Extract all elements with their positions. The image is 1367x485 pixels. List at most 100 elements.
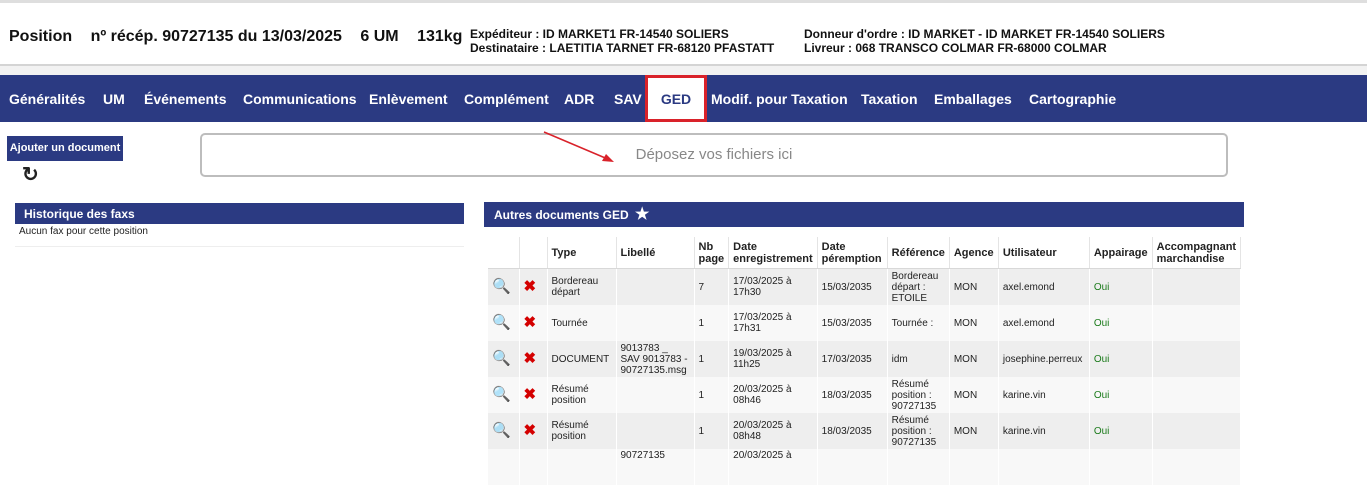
cell-type: DOCUMENT	[547, 341, 617, 377]
cell-accompagnant	[1152, 268, 1242, 305]
cell-accompagnant	[1152, 341, 1242, 377]
cell-type: Tournée	[547, 305, 617, 341]
cell-libelle	[616, 305, 695, 341]
cell-libelle	[616, 413, 695, 449]
tab-modif-taxation[interactable]: Modif. pour Taxation	[711, 75, 848, 122]
col-accompagnant[interactable]: Accompagnant marchandise	[1152, 237, 1242, 269]
view-document-icon[interactable]: 🔍	[488, 413, 520, 449]
cell-date-peremption: 18/03/2035	[817, 413, 888, 449]
cell-reference	[887, 449, 950, 485]
tab-cartographie[interactable]: Cartographie	[1029, 75, 1116, 122]
destinataire: Destinataire : LAETITIA TARNET FR-68120 …	[470, 41, 775, 55]
tab-bar: Généralités UM Événements Communications…	[0, 75, 1367, 122]
col-date-enregistrement[interactable]: Date enregistrement	[728, 237, 818, 269]
cell-agence: MON	[949, 341, 999, 377]
cell-type: Résumé position	[547, 413, 617, 449]
tab-ged[interactable]: GED	[645, 75, 707, 122]
annotation-arrow-icon	[543, 131, 614, 162]
cell-appairage: Oui	[1089, 305, 1153, 341]
col-nb-page[interactable]: Nb page	[694, 237, 730, 269]
table-row: 🔍 ✖ Résumé position 1 20/03/2025 à 08h48…	[488, 413, 1242, 449]
tab-adr[interactable]: ADR	[564, 75, 594, 122]
tab-um[interactable]: UM	[103, 75, 125, 122]
table-row: 🔍 ✖ Tournée 1 17/03/2025 à 17h31 15/03/2…	[488, 305, 1242, 341]
view-document-icon[interactable]: 🔍	[488, 341, 520, 377]
col-appairage[interactable]: Appairage	[1089, 237, 1153, 269]
cell-utilisateur: axel.emond	[998, 305, 1090, 341]
tab-communications[interactable]: Communications	[243, 75, 357, 122]
cell-date-peremption: 17/03/2035	[817, 341, 888, 377]
position-header: Position nº récép. 90727135 du 13/03/202…	[0, 0, 1367, 66]
view-document-icon[interactable]: 🔍	[488, 305, 520, 341]
delete-document-icon[interactable]: ✖	[519, 413, 548, 449]
view-document-icon[interactable]: 🔍	[488, 377, 520, 413]
donneur-ordre: Donneur d'ordre : ID MARKET - ID MARKET …	[804, 27, 1165, 41]
cell-libelle	[616, 268, 695, 305]
cell-accompagnant	[1152, 377, 1242, 413]
table-row: 90727135 20/03/2025 à	[488, 449, 1242, 485]
cell-agence: MON	[949, 305, 999, 341]
cell-utilisateur	[998, 449, 1090, 485]
view-document-icon[interactable]: 🔍	[488, 268, 520, 305]
cell-appairage: Oui	[1089, 413, 1153, 449]
tab-evenements[interactable]: Événements	[144, 75, 226, 122]
table-header-row: Type Libellé Nb page Date enregistrement…	[488, 237, 1242, 269]
col-utilisateur[interactable]: Utilisateur	[998, 237, 1090, 269]
refresh-icon[interactable]: ↻	[22, 162, 39, 187]
um-count: 6 UM	[360, 28, 399, 45]
star-icon[interactable]: ★	[635, 206, 649, 223]
tab-taxation[interactable]: Taxation	[861, 75, 918, 122]
cell-accompagnant	[1152, 305, 1242, 341]
cell-reference: idm	[887, 341, 950, 377]
col-type[interactable]: Type	[547, 237, 617, 269]
cell-nb-page: 7	[694, 268, 730, 305]
col-date-peremption[interactable]: Date péremption	[817, 237, 888, 269]
fax-history-header: Historique des faxs	[15, 203, 464, 226]
delete-document-icon[interactable]: ✖	[519, 305, 548, 341]
col-libelle[interactable]: Libellé	[616, 237, 695, 269]
table-row: 🔍 ✖ DOCUMENT 9013783 _ SAV 9013783 - 907…	[488, 341, 1242, 377]
col-delete	[519, 237, 548, 269]
cell-date-enregistrement: 20/03/2025 à 08h48	[728, 413, 818, 449]
cell-type: Bordereau départ	[547, 268, 617, 305]
col-reference[interactable]: Référence	[887, 237, 950, 269]
cell-appairage: Oui	[1089, 268, 1153, 305]
cell-nb-page	[694, 449, 730, 485]
delete-document-icon[interactable]: ✖	[519, 377, 548, 413]
cell-appairage	[1089, 449, 1153, 485]
delete-document-icon[interactable]	[519, 449, 548, 485]
cell-accompagnant	[1152, 449, 1242, 485]
ged-documents-title: Autres documents GED	[494, 208, 629, 222]
position-label: Position	[9, 28, 73, 45]
cell-reference: Bordereau départ : ETOILE	[887, 268, 950, 305]
position-summary: Position nº récép. 90727135 du 13/03/202…	[9, 28, 476, 46]
expediteur: Expéditeur : ID MARKET1 FR-14540 SOLIERS	[470, 27, 729, 41]
add-document-button[interactable]: Ajouter un document	[7, 136, 123, 161]
tab-enlevement[interactable]: Enlèvement	[369, 75, 448, 122]
delete-document-icon[interactable]: ✖	[519, 268, 548, 305]
cell-date-enregistrement: 19/03/2025 à 11h25	[728, 341, 818, 377]
view-document-icon[interactable]	[488, 449, 520, 485]
tab-complement[interactable]: Complément	[464, 75, 549, 122]
file-dropzone[interactable]: Déposez vos fichiers ici	[200, 133, 1228, 177]
cell-agence: MON	[949, 413, 999, 449]
cell-date-enregistrement: 20/03/2025 à 08h46	[728, 377, 818, 413]
delete-document-icon[interactable]: ✖	[519, 341, 548, 377]
reception-number: nº récép. 90727135 du 13/03/2025	[90, 28, 342, 45]
livreur: Livreur : 068 TRANSCO COLMAR FR-68000 CO…	[804, 41, 1107, 55]
cell-agence: MON	[949, 268, 999, 305]
cell-libelle	[616, 377, 695, 413]
cell-utilisateur: karine.vin	[998, 413, 1090, 449]
ged-documents-table: Type Libellé Nb page Date enregistrement…	[488, 237, 1242, 485]
shipper-info: Expéditeur : ID MARKET1 FR-14540 SOLIERS…	[470, 27, 774, 55]
cell-agence	[949, 449, 999, 485]
col-agence[interactable]: Agence	[949, 237, 999, 269]
cell-nb-page: 1	[694, 305, 730, 341]
tab-sav[interactable]: SAV	[614, 75, 642, 122]
cell-utilisateur: josephine.perreux	[998, 341, 1090, 377]
tab-generalites[interactable]: Généralités	[9, 75, 85, 122]
cell-appairage: Oui	[1089, 341, 1153, 377]
cell-date-enregistrement: 17/03/2025 à 17h31	[728, 305, 818, 341]
order-info: Donneur d'ordre : ID MARKET - ID MARKET …	[804, 27, 1165, 55]
tab-emballages[interactable]: Emballages	[934, 75, 1012, 122]
